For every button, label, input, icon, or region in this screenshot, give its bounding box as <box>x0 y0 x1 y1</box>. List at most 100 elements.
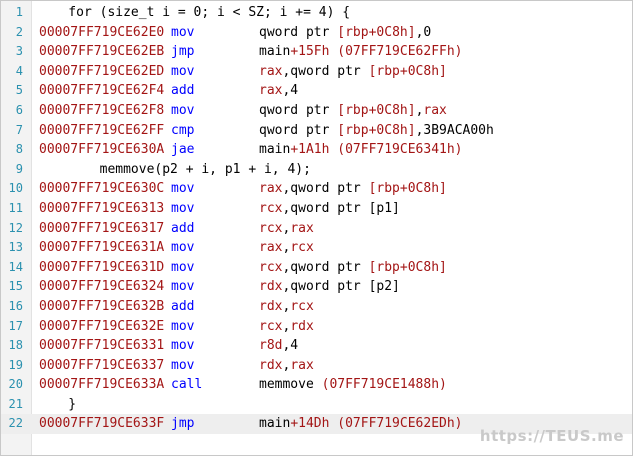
line-number: 1 <box>15 5 23 19</box>
operand-register: (07FF719CE1488h) <box>321 377 447 393</box>
instruction-operands: memmove (07FF719CE1488h) <box>259 375 447 395</box>
instruction-address: 00007FF719CE6313 <box>39 200 165 216</box>
operand-register: [rbp+0C8h] <box>337 122 416 138</box>
operand-text: ,qword ptr <box>282 63 369 79</box>
operand-register: [rbp+0C8h] <box>337 24 416 40</box>
asm-line[interactable]: 11 00007FF719CE6313 mov rcx,qword ptr [p1] <box>1 199 632 219</box>
operand-register: r8d <box>259 338 283 354</box>
instruction-address: 00007FF719CE6317 <box>39 220 165 236</box>
line-number: 13 <box>8 240 23 255</box>
instruction-address: 00007FF719CE6324 <box>39 279 165 295</box>
line-number: 17 <box>8 318 23 333</box>
instruction-operands: main+1A1h (07FF719CE6341h) <box>259 140 463 160</box>
asm-line[interactable]: 2 00007FF719CE62E0 mov qword ptr [rbp+0C8h]… <box>1 23 632 43</box>
instruction-operands: rdx,rax <box>259 356 314 376</box>
operand-text: qword ptr <box>259 122 338 138</box>
asm-line[interactable]: 18 00007FF719CE6331 mov r8d,4 <box>1 336 632 356</box>
line-number: 6 <box>15 102 23 117</box>
operand-register: rax <box>259 240 283 256</box>
instruction-operands: qword ptr [rbp+0C8h],rax <box>259 101 447 121</box>
operand-register: [rbp+0C8h] <box>368 63 447 79</box>
source-line[interactable]: 9 memmove(p2 + i, p1 + i, 4); <box>1 160 632 180</box>
line-number: 5 <box>15 83 23 98</box>
asm-line[interactable]: 3 00007FF719CE62EB jmp main+15Fh (07FF719CE… <box>1 42 632 62</box>
instruction-mnemonic: cmp <box>171 122 195 138</box>
instruction-address: 00007FF719CE62ED <box>39 63 165 79</box>
operand-register: rdx <box>259 279 283 295</box>
operand-text: qword ptr <box>259 24 338 40</box>
instruction-address: 00007FF719CE630A <box>39 142 165 158</box>
source-line[interactable]: 21 } <box>1 395 632 415</box>
line-number: 9 <box>15 161 23 176</box>
line-number: 11 <box>8 200 23 215</box>
asm-line[interactable]: 19 00007FF719CE6337 mov rdx,rax <box>1 356 632 376</box>
instruction-mnemonic: add <box>171 83 195 99</box>
line-number: 3 <box>15 44 23 59</box>
instruction-address: 00007FF719CE62F4 <box>39 83 165 99</box>
instruction-operands: rcx,qword ptr [p1] <box>259 199 400 219</box>
operand-register: +15Fh (07FF719CE62FFh) <box>290 44 463 60</box>
operand-register: rcx <box>290 240 314 256</box>
operand-register: rdx <box>259 357 283 373</box>
operand-register: [rbp+0C8h] <box>337 102 416 118</box>
asm-line[interactable]: 8 00007FF719CE630A jae main+1A1h (07FF719CE… <box>1 140 632 160</box>
line-number: 21 <box>8 396 23 411</box>
instruction-operands: rax,qword ptr [rbp+0C8h] <box>259 62 447 82</box>
instruction-mnemonic: mov <box>171 318 195 334</box>
instruction-address: 00007FF719CE62F8 <box>39 102 165 118</box>
asm-line[interactable]: 10 00007FF719CE630C mov rax,qword ptr [rbp+… <box>1 179 632 199</box>
operand-register: rcx <box>290 298 314 314</box>
operand-register: +14Dh (07FF719CE62EDh) <box>290 416 463 432</box>
asm-line[interactable]: 5 00007FF719CE62F4 add rax,4 <box>1 81 632 101</box>
instruction-address: 00007FF719CE631A <box>39 240 165 256</box>
operand-text: main <box>259 44 291 60</box>
asm-line[interactable]: 17 00007FF719CE632E mov rcx,rdx <box>1 317 632 337</box>
asm-line[interactable]: 16 00007FF719CE632B add rdx,rcx <box>1 297 632 317</box>
source-text: } <box>37 396 77 412</box>
instruction-operands: qword ptr [rbp+0C8h],3B9ACA00h <box>259 121 494 141</box>
operand-register: rax <box>259 63 283 79</box>
instruction-address: 00007FF719CE630C <box>39 181 165 197</box>
asm-line[interactable]: 7 00007FF719CE62FF cmp qword ptr [rbp+0C8h]… <box>1 121 632 141</box>
instruction-mnemonic: mov <box>171 102 195 118</box>
operand-text: ,qword ptr <box>282 259 369 275</box>
instruction-operands: qword ptr [rbp+0C8h],0 <box>259 23 431 43</box>
operand-text: ,4 <box>282 338 299 354</box>
operand-text: ,4 <box>282 83 299 99</box>
instruction-operands: rcx,qword ptr [rbp+0C8h] <box>259 258 447 278</box>
source-text: memmove(p2 + i, p1 + i, 4); <box>37 161 311 177</box>
instruction-mnemonic: add <box>171 298 195 314</box>
instruction-address: 00007FF719CE632B <box>39 298 165 314</box>
operand-register: rdx <box>290 318 314 334</box>
asm-line[interactable]: 12 00007FF719CE6317 add rcx,rax <box>1 219 632 239</box>
instruction-operands: rdx,qword ptr [p2] <box>259 277 400 297</box>
asm-line[interactable]: 13 00007FF719CE631A mov rax,rcx <box>1 238 632 258</box>
instruction-mnemonic: mov <box>171 279 195 295</box>
line-number: 15 <box>8 279 23 294</box>
line-number: 2 <box>15 24 23 39</box>
instruction-mnemonic: mov <box>171 200 195 216</box>
line-number: 4 <box>15 63 23 78</box>
instruction-address: 00007FF719CE6331 <box>39 338 165 354</box>
instruction-operands: rax,4 <box>259 81 298 101</box>
instruction-address: 00007FF719CE633F <box>39 416 165 432</box>
asm-line[interactable]: 4 00007FF719CE62ED mov rax,qword ptr [rbp+0… <box>1 62 632 82</box>
operand-register: [rbp+0C8h] <box>368 181 447 197</box>
instruction-address: 00007FF719CE62E0 <box>39 24 165 40</box>
line-number: 8 <box>15 142 23 157</box>
asm-line[interactable]: 15 00007FF719CE6324 mov rdx,qword ptr [p2] <box>1 277 632 297</box>
asm-line[interactable]: 14 00007FF719CE631D mov rcx,qword ptr [rbp+… <box>1 258 632 278</box>
line-number: 10 <box>8 181 23 196</box>
disassembly-listing: 1 for (size_t i = 0; i < SZ; i += 4) {2 0… <box>1 3 632 435</box>
asm-line[interactable]: 6 00007FF719CE62F8 mov qword ptr [rbp+0C8h]… <box>1 101 632 121</box>
instruction-mnemonic: mov <box>171 240 195 256</box>
operand-text: main <box>259 416 291 432</box>
instruction-operands: main+15Fh (07FF719CE62FFh) <box>259 42 463 62</box>
instruction-mnemonic: mov <box>171 63 195 79</box>
instruction-operands: rax,qword ptr [rbp+0C8h] <box>259 179 447 199</box>
instruction-operands: main+14Dh (07FF719CE62EDh) <box>259 414 463 434</box>
instruction-address: 00007FF719CE631D <box>39 259 165 275</box>
instruction-address: 00007FF719CE633A <box>39 377 165 393</box>
source-line[interactable]: 1 for (size_t i = 0; i < SZ; i += 4) { <box>1 3 632 23</box>
asm-line[interactable]: 20 00007FF719CE633A call memmove (07FF719CE… <box>1 375 632 395</box>
